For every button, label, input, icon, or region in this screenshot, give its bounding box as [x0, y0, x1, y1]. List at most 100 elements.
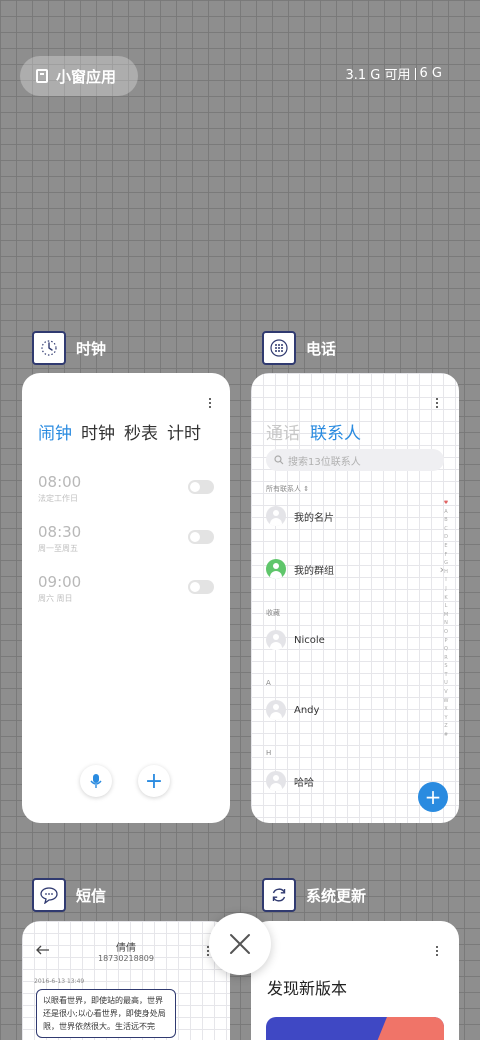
memory-available: 3.1 G 可用: [345, 68, 411, 83]
alphabet-letter[interactable]: S: [442, 662, 450, 671]
update-app-card[interactable]: 发现新版本: [251, 921, 459, 1040]
alphabet-letter[interactable]: G: [442, 559, 450, 568]
message-timestamp: 2016-6-13 13:49: [34, 978, 85, 985]
alphabet-letter[interactable]: H: [442, 568, 450, 577]
alphabet-letter[interactable]: L: [442, 602, 450, 611]
alphabet-letter[interactable]: Q: [442, 645, 450, 654]
alphabet-letter[interactable]: V: [442, 688, 450, 697]
section-header: A: [266, 679, 271, 687]
alphabet-letter[interactable]: J: [442, 585, 450, 594]
contact-name: Nicole: [294, 634, 325, 646]
update-heading: 发现新版本: [267, 979, 348, 998]
alphabet-letter[interactable]: W: [442, 697, 450, 706]
alphabet-letter[interactable]: K: [442, 594, 450, 603]
my-card-item[interactable]: 我的名片: [266, 506, 334, 526]
contact-name: Andy: [294, 704, 320, 716]
all-contacts-label: 所有联系人: [266, 485, 301, 493]
sms-thread-header: 倩倩 18730218809: [22, 939, 230, 963]
contact-item[interactable]: Nicole: [266, 630, 325, 650]
microphone-icon: [90, 774, 102, 788]
tab-calls[interactable]: 通话: [266, 419, 300, 444]
more-options-icon[interactable]: [436, 946, 440, 956]
mini-window-icon: [36, 69, 48, 83]
alphabet-letter[interactable]: X: [442, 705, 450, 714]
alphabet-letter[interactable]: ♥: [442, 499, 450, 508]
alphabet-letter[interactable]: D: [442, 533, 450, 542]
alphabet-letter[interactable]: N: [442, 619, 450, 628]
clock-app-title: 时钟: [76, 339, 107, 358]
memory-status: 3.1 G 可用 6 G: [346, 64, 443, 83]
alphabet-letter[interactable]: Z: [442, 722, 450, 731]
alphabet-letter[interactable]: I: [442, 576, 450, 585]
alarm-item[interactable]: 08:00 法定工作日: [38, 473, 214, 507]
clock-app-header[interactable]: 时钟: [32, 331, 106, 365]
more-options-icon[interactable]: [209, 398, 213, 408]
tab-clock[interactable]: 时钟: [81, 419, 115, 444]
alarm-toggle[interactable]: [188, 530, 214, 544]
alphabet-letter[interactable]: P: [442, 637, 450, 646]
search-placeholder: 搜索13位联系人: [288, 456, 361, 468]
alphabet-letter[interactable]: T: [442, 671, 450, 680]
mini-window-apps-button[interactable]: 小窗应用: [20, 56, 138, 96]
phone-app-card[interactable]: 通话 联系人 搜索13位联系人 所有联系人 ⇕ 我的名片 我的群组 › 收藏 N…: [251, 373, 459, 823]
close-icon: [230, 934, 250, 954]
alphabet-letter[interactable]: C: [442, 525, 450, 534]
add-contact-button[interactable]: +: [418, 782, 448, 812]
plus-icon: +: [144, 768, 164, 794]
alphabet-letter[interactable]: M: [442, 611, 450, 620]
phone-app-title: 电话: [306, 339, 337, 358]
alarm-toggle[interactable]: [188, 480, 214, 494]
alarm-item[interactable]: 09:00 周六 周日: [38, 573, 214, 607]
sms-app-title: 短信: [76, 886, 107, 905]
section-header: H: [266, 749, 272, 757]
tab-stopwatch[interactable]: 秒表: [124, 419, 158, 444]
tab-timer[interactable]: 计时: [167, 419, 201, 444]
sms-app-card[interactable]: 倩倩 18730218809 2016-6-13 13:49 以眼看世界，即使站…: [22, 921, 230, 1040]
alarm-days: 法定工作日: [38, 494, 78, 503]
clock-tabs: 闹钟 时钟 秒表 计时: [38, 419, 201, 444]
alarm-toggle[interactable]: [188, 580, 214, 594]
alarm-days: 周一至周五: [38, 544, 78, 553]
alphabet-letter[interactable]: Y: [442, 714, 450, 723]
contact-search-input[interactable]: 搜索13位联系人: [266, 449, 444, 471]
tab-contacts[interactable]: 联系人: [310, 419, 361, 444]
alarm-days: 周六 周日: [38, 594, 73, 603]
group-avatar: [266, 559, 286, 579]
favorites-label: 收藏: [266, 609, 280, 617]
add-alarm-button[interactable]: +: [138, 765, 170, 797]
tab-alarm[interactable]: 闹钟: [38, 419, 72, 444]
clock-icon: [32, 331, 66, 365]
alphabet-letter[interactable]: O: [442, 628, 450, 637]
alphabet-letter[interactable]: F: [442, 551, 450, 560]
mini-window-label: 小窗应用: [56, 67, 117, 86]
alphabet-letter[interactable]: E: [442, 542, 450, 551]
alarm-item[interactable]: 08:30 周一至周五: [38, 523, 214, 557]
more-options-icon[interactable]: [436, 398, 440, 408]
clear-all-button[interactable]: [209, 913, 271, 975]
alphabet-index[interactable]: ♥ A B C D E F G H I J K L M N O P Q R S …: [442, 499, 450, 740]
update-app-header[interactable]: 系统更新: [262, 878, 366, 912]
avatar: [266, 771, 286, 791]
alphabet-letter[interactable]: R: [442, 654, 450, 663]
alphabet-letter[interactable]: A: [442, 508, 450, 517]
contact-item[interactable]: 哈哈: [266, 771, 314, 791]
alphabet-letter[interactable]: B: [442, 516, 450, 525]
avatar: [266, 506, 286, 526]
my-group-label: 我的群组: [294, 565, 334, 577]
my-group-item[interactable]: 我的群组 ›: [266, 559, 444, 579]
phone-app-header[interactable]: 电话: [262, 331, 336, 365]
message-icon: [32, 878, 66, 912]
plus-icon: +: [424, 785, 442, 809]
alphabet-letter[interactable]: #: [442, 731, 450, 740]
message-bubble[interactable]: 以眼看世界，即使站的最高，世界还是很小;以心看世界，即使身处局限，世界依然很大。…: [36, 989, 176, 1038]
contact-name: 哈哈: [294, 777, 314, 789]
phone-tabs: 通话 联系人: [266, 419, 361, 444]
contact-item[interactable]: Andy: [266, 700, 319, 720]
all-contacts-filter[interactable]: 所有联系人 ⇕: [266, 484, 309, 494]
clock-app-card[interactable]: 闹钟 时钟 秒表 计时 08:00 法定工作日 08:30 周一至周五 09:0…: [22, 373, 230, 823]
memory-total: 6 G: [419, 66, 442, 81]
alphabet-letter[interactable]: U: [442, 679, 450, 688]
sms-app-header[interactable]: 短信: [32, 878, 106, 912]
memory-separator: [414, 67, 416, 80]
voice-button[interactable]: [80, 765, 112, 797]
